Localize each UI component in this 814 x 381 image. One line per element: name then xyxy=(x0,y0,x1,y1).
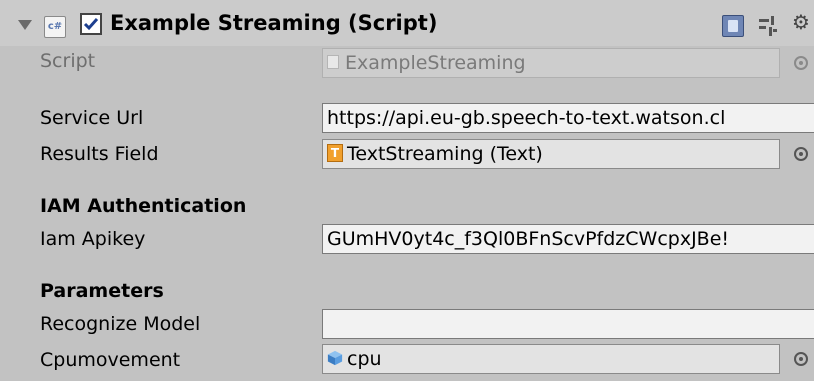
csharp-script-icon: c# xyxy=(44,16,66,38)
cpumovement-object-picker-icon[interactable] xyxy=(794,352,808,366)
results-field-value: TextStreaming (Text) xyxy=(347,143,543,165)
component-header[interactable]: c# Example Streaming (Script) ⚙ xyxy=(0,0,814,46)
component-enabled-checkbox[interactable] xyxy=(80,13,102,35)
cpumovement-label: Cpumovement xyxy=(40,349,181,371)
script-value: ExampleStreaming xyxy=(345,52,526,74)
gear-icon[interactable]: ⚙ xyxy=(792,10,810,34)
presets-icon[interactable] xyxy=(758,15,778,37)
script-file-icon xyxy=(327,54,339,69)
recognize-model-label: Recognize Model xyxy=(40,313,201,335)
results-field-object[interactable]: T TextStreaming (Text) xyxy=(322,139,780,169)
prefab-cube-icon xyxy=(327,350,343,365)
foldout-arrow-icon[interactable] xyxy=(18,20,32,30)
results-field-label: Results Field xyxy=(40,143,159,165)
cpumovement-value: cpu xyxy=(347,348,382,370)
recognize-model-input[interactable] xyxy=(322,309,814,339)
script-object-picker-icon xyxy=(794,56,808,70)
iam-apikey-label: Iam Apikey xyxy=(40,228,146,250)
component-title: Example Streaming (Script) xyxy=(110,11,438,35)
results-field-object-picker-icon[interactable] xyxy=(794,147,808,161)
parameters-header: Parameters xyxy=(40,280,164,302)
text-component-icon: T xyxy=(327,143,343,162)
script-field: ExampleStreaming xyxy=(322,48,780,78)
service-url-label: Service Url xyxy=(40,107,144,129)
iam-authentication-header: IAM Authentication xyxy=(40,195,247,217)
help-icon[interactable] xyxy=(722,15,744,37)
script-label: Script xyxy=(40,50,96,72)
cpumovement-object[interactable]: cpu xyxy=(322,344,780,374)
iam-apikey-input[interactable]: GUmHV0yt4c_f3Ql0BFnScvPfdzCWcpxJBe! xyxy=(322,224,814,254)
service-url-input[interactable]: https://api.eu-gb.speech-to-text.watson.… xyxy=(322,103,814,133)
checkmark-icon xyxy=(83,18,99,31)
